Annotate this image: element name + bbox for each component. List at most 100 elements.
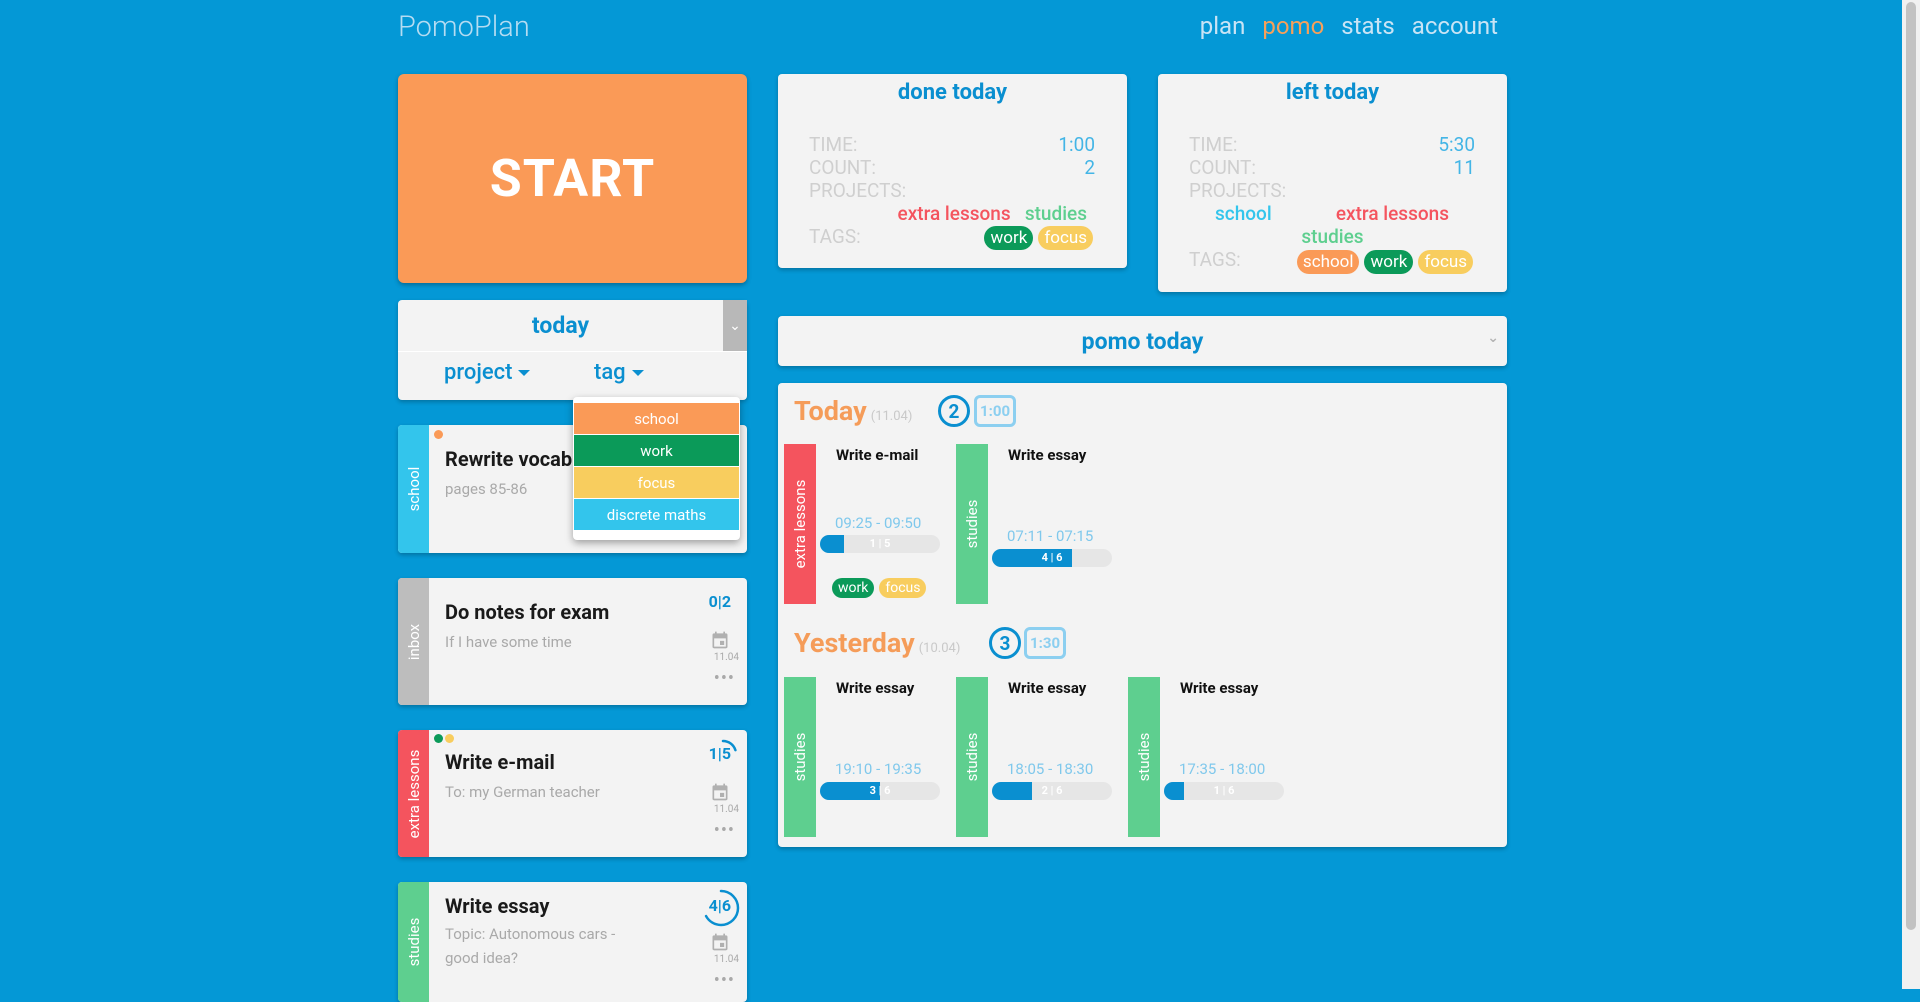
progress-text: 4 | 6 [1041, 551, 1063, 564]
task-card[interactable]: extra lessons Write e-mail To: my German… [398, 730, 747, 857]
pomo-time-badge: 1:30 [1024, 627, 1067, 659]
tag-dot-focus [445, 734, 454, 743]
task-title: Write e-mail [445, 750, 555, 774]
project-label: studies [963, 732, 981, 782]
more-options-icon[interactable]: ••• [714, 970, 735, 991]
pomo-entry[interactable]: extra lessons Write e-mail 09:25 - 09:50… [784, 444, 944, 604]
due-date: 11.04 [713, 652, 739, 663]
calendar-icon[interactable] [709, 932, 731, 952]
day-date: (10.04) [918, 641, 961, 656]
divider [398, 351, 747, 352]
pomo-period-select[interactable]: pomo today ⌄ [778, 316, 1507, 366]
progress-ring [708, 739, 738, 769]
scrollbar-thumb[interactable] [1906, 2, 1916, 930]
count-label: COUNT: [1189, 156, 1256, 179]
progress-bar: 2 | 6 [992, 782, 1112, 800]
entry-title: Write essay [836, 679, 915, 697]
pomo-history-panel: Today (11.04) 2 1:00 extra lessons Write … [778, 383, 1507, 847]
progress-text: 2 | 6 [1041, 784, 1063, 797]
chevron-down-icon[interactable]: ⌄ [1487, 330, 1499, 346]
day-name: Yesterday [794, 627, 915, 659]
entry-tags: work focus [832, 578, 927, 598]
calendar-icon[interactable] [709, 782, 731, 802]
pomo-count-badge: 3 [989, 627, 1021, 659]
more-options-icon[interactable]: ••• [714, 668, 735, 689]
project-name-text: extra lessons [1335, 202, 1449, 225]
menu-item-focus[interactable]: focus [574, 467, 739, 498]
tag-dropdown-menu: school work focus discrete maths [573, 397, 740, 540]
left-today-card: left today TIME: 5:30 COUNT: 11 PROJECTS… [1158, 74, 1507, 292]
project-name-text: school [1215, 202, 1272, 225]
page-scrollbar[interactable] [1902, 0, 1920, 989]
filter-panel: today ⌄ project tag [398, 300, 747, 400]
task-description: If I have some time [445, 633, 572, 651]
project-name: extra lessons [1336, 202, 1449, 225]
pomo-period-label: pomo today [1081, 327, 1204, 355]
progress-bar: 1 | 5 [820, 535, 940, 553]
menu-item-discrete-maths[interactable]: discrete maths [574, 499, 739, 530]
pomo-count-badge: 2 [938, 395, 970, 427]
more-options-icon[interactable]: ••• [714, 820, 735, 841]
progress-text: 1 | 5 [869, 537, 891, 550]
chevron-down-icon[interactable]: ⌄ [723, 300, 747, 351]
pomo-time-badge: 1:00 [974, 395, 1017, 427]
count-label: COUNT: [809, 156, 876, 179]
pomo-entry[interactable]: studies Write essay 18:05 - 18:30 2 | 6 [956, 677, 1116, 837]
nav-pomo[interactable]: pomo [1262, 12, 1324, 40]
app-logo[interactable]: PomoPlan [398, 10, 530, 44]
progress-text: 1 | 6 [1213, 784, 1235, 797]
project-label: studies [1135, 732, 1153, 782]
day-name: Today [794, 395, 867, 427]
pomo-entry[interactable]: studies Write essay 17:35 - 18:00 1 | 6 [1128, 677, 1288, 837]
due-date: 11.04 [713, 954, 739, 965]
project-label: studies [404, 917, 423, 967]
progress-ring [702, 889, 740, 927]
nav-plan[interactable]: plan [1200, 12, 1246, 40]
start-button[interactable]: START [398, 74, 747, 283]
calendar-icon[interactable] [709, 630, 731, 650]
pomo-entry[interactable]: studies Write essay 19:10 - 19:35 3 | 6 [784, 677, 944, 837]
progress-bar: 1 | 6 [1164, 782, 1284, 800]
nav-stats[interactable]: stats [1341, 12, 1395, 40]
task-title: Rewrite vocab [445, 447, 573, 471]
menu-item-work[interactable]: work [574, 435, 739, 466]
tag-dropdown-label: tag [594, 360, 626, 385]
day-heading: Today (11.04) [794, 395, 912, 427]
project-label: extra lessons [791, 479, 809, 569]
card-title: done today [897, 80, 1008, 105]
progress-bar: 4 | 6 [992, 549, 1112, 567]
nav-account[interactable]: account [1412, 12, 1498, 40]
task-title: Do notes for exam [445, 600, 610, 624]
tag-chip-school: school [1296, 250, 1360, 274]
project-name-text: studies [1301, 225, 1364, 248]
project-label: studies [963, 499, 981, 549]
time-label: TIME: [809, 133, 858, 156]
entry-title: Write e-mail [836, 446, 919, 464]
project-label: studies [791, 732, 809, 782]
entry-time: 09:25 - 09:50 [835, 514, 922, 532]
project-strip: extra lessons [784, 444, 816, 604]
done-today-card: done today TIME: 1:00 COUNT: 2 PROJECTS:… [778, 74, 1127, 268]
task-card[interactable]: studies Write essay Topic: Autonomous ca… [398, 882, 747, 1002]
card-title: left today [1285, 80, 1380, 105]
tag-chip-work: work [984, 226, 1034, 250]
tag-dot-school [434, 430, 443, 439]
time-value: 5:30 [1438, 133, 1475, 156]
tag-chip-focus: focus [879, 578, 927, 598]
project-name: extra lessons [897, 202, 1011, 225]
day-filter-select[interactable]: today [398, 300, 723, 351]
project-strip: studies [956, 677, 988, 837]
pomo-entry[interactable]: studies Write essay 07:11 - 07:15 4 | 6 [956, 444, 1116, 604]
tag-chip-focus: focus [1038, 226, 1093, 250]
project-dropdown[interactable]: project [444, 360, 531, 385]
project-name: studies [1158, 225, 1507, 248]
entry-time: 18:05 - 18:30 [1007, 760, 1094, 778]
tag-dot-work [434, 734, 443, 743]
task-card[interactable]: inbox Do notes for exam If I have some t… [398, 578, 747, 705]
task-description: pages 85-86 [445, 480, 528, 498]
tags-list: school work focus [1296, 250, 1473, 274]
project-label: school [404, 466, 423, 512]
tag-dropdown[interactable]: tag [594, 360, 644, 385]
project-strip: studies [956, 444, 988, 604]
menu-item-school[interactable]: school [574, 403, 739, 434]
